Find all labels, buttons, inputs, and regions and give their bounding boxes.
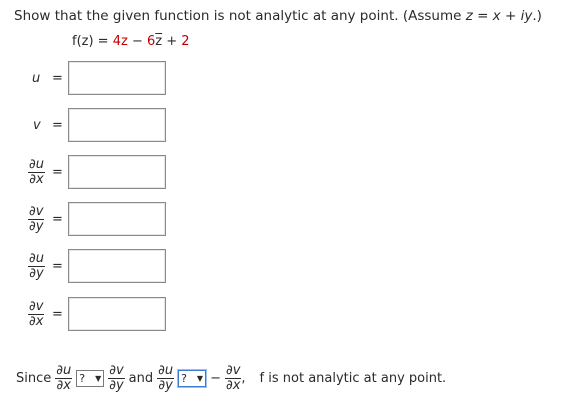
partial-du-dx: ∂u ∂x [55,362,73,393]
label-v: v [33,117,41,133]
chevron-down-icon: ▼ [196,373,204,383]
fraction-denominator: ∂y [29,218,44,234]
fraction-numerator: ∂u [28,250,45,267]
u-input[interactable] [68,61,166,95]
row-du-dy: ∂u ∂y = [0,249,300,283]
fraction-numerator: ∂u [157,362,175,379]
fraction-denominator: ∂y [29,265,44,281]
fraction-numerator: ∂u [55,362,73,379]
row-du-dx: ∂u ∂x = [0,155,300,189]
conclusion-text: f is not analytic at any point. [259,370,447,386]
function-definition: f(z) = 4z − 6z + 2 [72,34,190,49]
dv-dx-input[interactable] [68,297,166,331]
fraction-numerator: ∂v [108,362,125,379]
fraction-denominator: ∂x [29,313,44,329]
select-value: ? [181,371,187,385]
fraction-numerator: ∂v [28,203,45,220]
coef-z: 4z [112,34,128,49]
du-dx-input[interactable] [68,155,166,189]
relation-select-1[interactable]: ? ▼ [76,369,105,387]
fraction-denominator: ∂x [56,377,71,393]
dv-dy-input[interactable] [68,202,166,236]
partial-dv-dy: ∂v ∂y [28,202,45,236]
partial-du-dx: ∂u ∂x [28,155,45,189]
prompt-tail: .) [532,8,542,24]
partial-du-dy: ∂u ∂y [28,249,45,283]
equals-sign: = [52,70,63,86]
since-label: Since [16,370,52,386]
row-v: v = [0,108,300,142]
conclusion-line: Since ∂u ∂x ? ▼ ∂v ∂y and ∂u ∂y ? ▼ − ∂v ∂x, f… [16,362,450,394]
select-value: ? [79,371,86,385]
partial-dv-dx: ∂v ∂x [224,362,242,393]
comma: , [241,370,246,386]
function-lhs: f(z) = [72,34,113,49]
label-u: u [32,70,41,86]
and-label: and [128,370,154,386]
prompt-lead: Show that the given function is not anal… [14,8,466,24]
negation-sign: − [210,370,221,386]
minus-sign: − [127,34,147,49]
row-u: u = [0,61,300,95]
fraction-numerator: ∂v [28,298,45,315]
equals-sign: = [52,211,63,227]
assumption: z = x + iy [465,8,533,24]
row-dv-dx: ∂v ∂x = [0,297,300,331]
partial-du-dy: ∂u ∂y [157,362,175,393]
equals-sign: = [52,164,63,180]
problem-prompt: Show that the given function is not anal… [14,8,542,24]
equals-sign: = [52,258,63,274]
constant: 2 [181,34,190,49]
fraction-denominator: ∂x [225,377,241,393]
fraction-denominator: ∂x [29,171,44,187]
relation-select-2[interactable]: ? ▼ [178,369,207,387]
partial-dv-dx: ∂v ∂x [28,297,45,331]
partial-dv-dy: ∂v ∂y [108,362,125,393]
fraction-denominator: ∂y [158,377,173,393]
equals-sign: = [52,117,63,133]
row-dv-dy: ∂v ∂y = [0,202,300,236]
equals-sign: = [52,306,63,322]
chevron-down-icon: ▼ [95,373,102,383]
du-dy-input[interactable] [68,249,166,283]
fraction-numerator: ∂u [28,156,45,173]
fraction-denominator: ∂y [109,377,124,393]
fraction-numerator: ∂v [224,362,242,379]
plus-sign: + [162,34,182,49]
v-input[interactable] [68,108,166,142]
